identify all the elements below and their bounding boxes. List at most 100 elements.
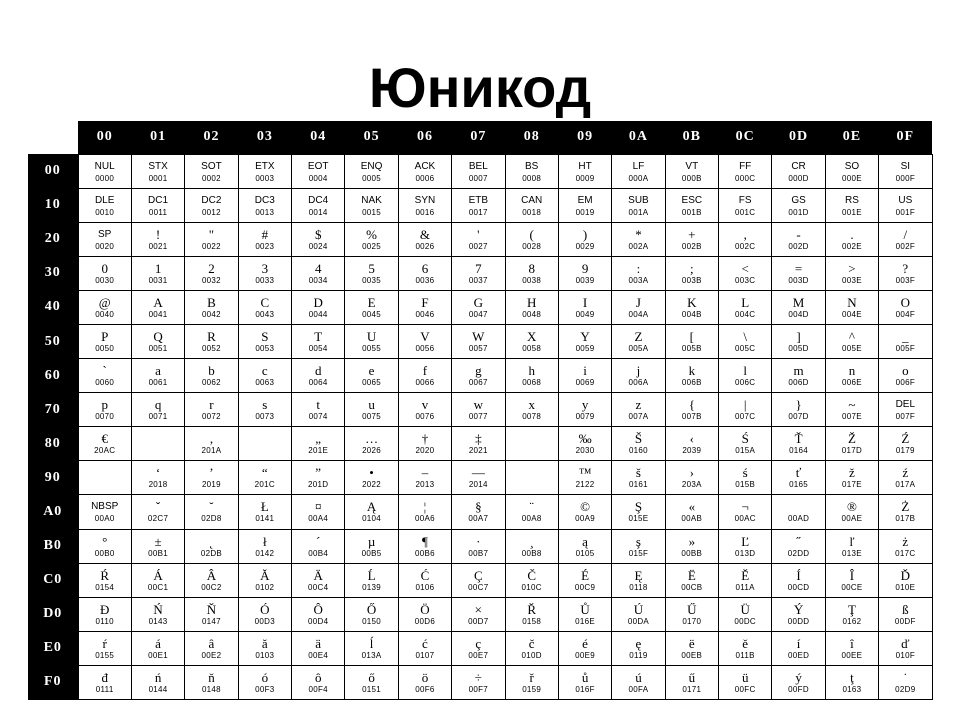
code-cell-013E[interactable]: ľ 013E xyxy=(824,528,880,564)
code-cell-006B[interactable]: k 006B xyxy=(664,358,720,394)
code-cell-0110[interactable]: Đ 0110 xyxy=(77,596,132,632)
code-cell-00E4[interactable]: ä 00E4 xyxy=(290,630,346,666)
code-cell-0016[interactable]: SYN 0016 xyxy=(397,187,453,223)
code-cell-000E[interactable]: SO 000E xyxy=(824,153,880,189)
code-cell-005C[interactable]: \ 005C xyxy=(717,323,773,360)
code-cell-201D[interactable]: ” 201D xyxy=(290,460,346,496)
code-cell-00B4[interactable]: ´ 00B4 xyxy=(290,528,346,564)
code-cell-0063[interactable]: c 0063 xyxy=(237,358,293,394)
code-cell-2019[interactable]: ’ 2019 xyxy=(184,460,239,496)
code-cell-00F7[interactable]: ÷ 00F7 xyxy=(451,664,506,701)
code-cell-004A[interactable]: J 004A xyxy=(611,289,666,325)
code-cell-007B[interactable]: {007B xyxy=(664,392,720,428)
code-cell-00A6[interactable]: ¦ 00A6 xyxy=(397,494,453,530)
code-cell-010C[interactable]: Č 010C xyxy=(504,562,559,598)
code-cell-0025[interactable]: % 0025 xyxy=(344,221,399,257)
code-cell-007F[interactable]: DEL 007F xyxy=(878,392,933,428)
code-cell-0150[interactable]: Ő 0150 xyxy=(344,596,399,632)
code-cell-000C[interactable]: FF 000C xyxy=(717,153,773,189)
code-cell-002D[interactable]: -002D xyxy=(771,221,826,257)
code-cell-201A[interactable]: ‚ 201A xyxy=(184,426,239,462)
code-cell-0060[interactable]: ` 0060 xyxy=(77,358,132,394)
code-cell-007C[interactable]: | 007C xyxy=(717,392,773,428)
code-cell-0038[interactable]: 8 0038 xyxy=(504,255,559,291)
code-cell-0073[interactable]: s 0073 xyxy=(237,392,293,428)
code-cell-00B8[interactable]: ¸ 00B8 xyxy=(504,528,559,564)
code-cell-0055[interactable]: U 0055 xyxy=(344,323,399,360)
code-cell-0119[interactable]: ę 0119 xyxy=(611,630,666,666)
code-cell-00A8[interactable]: ¨ 00A8 xyxy=(504,494,559,530)
code-cell-00CD[interactable]: Í 00CD xyxy=(771,562,826,598)
code-cell-0003[interactable]: ETX 0003 xyxy=(237,153,293,189)
code-cell-013D[interactable]: Ľ 013D xyxy=(717,528,773,564)
code-cell-0064[interactable]: d 0064 xyxy=(290,358,346,394)
code-cell-0023[interactable]: #0023 xyxy=(237,221,293,257)
code-cell-003A[interactable]: :003A xyxy=(611,255,666,291)
code-cell-0163[interactable]: ţ 0163 xyxy=(824,664,880,701)
code-cell-0075[interactable]: u 0075 xyxy=(344,392,399,428)
code-cell-0044[interactable]: D 0044 xyxy=(290,289,346,325)
code-cell-00C2[interactable]: Â 00C2 xyxy=(184,562,239,598)
code-cell-00E2[interactable]: â 00E2 xyxy=(184,630,239,666)
code-cell-005F[interactable]: _ 005F xyxy=(878,323,933,360)
code-cell-0069[interactable]: i 0069 xyxy=(557,358,613,394)
code-cell-203A[interactable]: › 203A xyxy=(664,460,720,496)
code-cell-0079[interactable]: y 0079 xyxy=(557,392,613,428)
code-cell-00FC[interactable]: ü 00FC xyxy=(717,664,773,701)
code-cell-017E[interactable]: ž 017E xyxy=(824,460,880,496)
code-cell-017B[interactable]: Ż 017B xyxy=(878,494,933,530)
code-cell-00B7[interactable]: · 00B7 xyxy=(451,528,506,564)
code-cell-017D[interactable]: Ž 017D xyxy=(824,426,880,462)
code-cell-0155[interactable]: ŕ 0155 xyxy=(77,630,132,666)
code-cell-003E[interactable]: >003E xyxy=(824,255,880,291)
code-cell-00B1[interactable]: ±00B1 xyxy=(130,528,186,564)
code-cell-0067[interactable]: g 0067 xyxy=(451,358,506,394)
code-cell-004B[interactable]: K 004B xyxy=(664,289,720,325)
code-cell-0028[interactable]: (0028 xyxy=(504,221,559,257)
code-cell-0147[interactable]: Ň 0147 xyxy=(184,596,239,632)
code-cell-015E[interactable]: Ş 015E xyxy=(611,494,666,530)
code-cell-003B[interactable]: ; 003B xyxy=(664,255,720,291)
code-cell-0010[interactable]: DLE 0010 xyxy=(77,187,132,223)
code-cell-00B6[interactable]: ¶ 00B6 xyxy=(397,528,453,564)
code-cell-2039[interactable]: ‹ 2039 xyxy=(664,426,720,462)
code-cell-006E[interactable]: n 006E xyxy=(824,358,880,394)
code-cell-0104[interactable]: Ą 0104 xyxy=(344,494,399,530)
code-cell-006F[interactable]: o 006F xyxy=(878,358,933,394)
code-cell-0164[interactable]: Ť 0164 xyxy=(771,426,826,462)
code-cell-empty-80-08[interactable] xyxy=(504,426,559,462)
code-cell-000B[interactable]: VT 000B xyxy=(664,153,720,189)
code-cell-0056[interactable]: V 0056 xyxy=(397,323,453,360)
code-cell-0051[interactable]: Q 0051 xyxy=(130,323,186,360)
code-cell-00A0[interactable]: NBSP 00A0 xyxy=(77,494,132,530)
code-cell-00FA[interactable]: ú 00FA xyxy=(611,664,666,701)
code-cell-0030[interactable]: 0 0030 xyxy=(77,255,132,291)
code-cell-00DA[interactable]: Ú 00DA xyxy=(611,596,666,632)
code-cell-0036[interactable]: 6 0036 xyxy=(397,255,453,291)
code-cell-010E[interactable]: Ď 010E xyxy=(878,562,933,598)
code-cell-001E[interactable]: RS 001E xyxy=(824,187,880,223)
code-cell-001F[interactable]: US 001F xyxy=(878,187,933,223)
code-cell-004D[interactable]: M 004D xyxy=(771,289,826,325)
code-cell-005E[interactable]: ^ 005E xyxy=(824,323,880,360)
code-cell-0142[interactable]: ł 0142 xyxy=(237,528,293,564)
code-cell-005B[interactable]: [005B xyxy=(664,323,720,360)
code-cell-0021[interactable]: ! 0021 xyxy=(130,221,186,257)
code-cell-00C7[interactable]: Ç 00C7 xyxy=(451,562,506,598)
code-cell-0066[interactable]: f 0066 xyxy=(397,358,453,394)
code-cell-013A[interactable]: ĺ 013A xyxy=(344,630,399,666)
code-cell-00ED[interactable]: í 00ED xyxy=(771,630,826,666)
code-cell-0165[interactable]: ť 0165 xyxy=(771,460,826,496)
code-cell-006A[interactable]: j 006A xyxy=(611,358,666,394)
code-cell-0009[interactable]: HT 0009 xyxy=(557,153,613,189)
code-cell-0170[interactable]: Ű 0170 xyxy=(664,596,720,632)
code-cell-00DF[interactable]: ß 00DF xyxy=(878,596,933,632)
code-cell-001B[interactable]: ESC 001B xyxy=(664,187,720,223)
code-cell-0118[interactable]: Ę 0118 xyxy=(611,562,666,598)
code-cell-0057[interactable]: W 0057 xyxy=(451,323,506,360)
code-cell-0013[interactable]: DC3 0013 xyxy=(237,187,293,223)
code-cell-201E[interactable]: „ 201E xyxy=(290,426,346,462)
code-cell-00D3[interactable]: Ó 00D3 xyxy=(237,596,293,632)
code-cell-0002[interactable]: SOT 0002 xyxy=(184,153,239,189)
code-cell-0005[interactable]: ENQ 0005 xyxy=(344,153,399,189)
